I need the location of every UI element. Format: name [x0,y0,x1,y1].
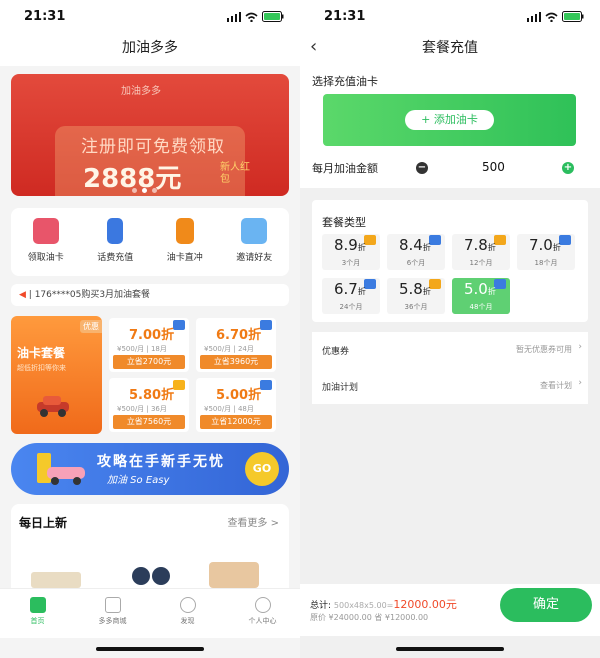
fuel-plan-value: 查看计划 [540,381,572,390]
coupon-value: 暂无优惠券可用 [516,345,572,354]
back-icon[interactable]: ‹ [310,36,317,57]
status-bar: 21:31 [300,0,600,34]
go-button[interactable]: GO [245,452,279,486]
ticker: ◀ | 176****05购买3月加油套餐 [11,284,289,306]
coupon-label: 优惠券 [322,347,350,357]
banner-line3: 新人红包 [220,162,250,185]
wifi-icon [245,12,258,22]
tab-bar: 首页 多多商城 发现 个人中心 [0,588,300,638]
tab-home[interactable]: 首页 [0,589,75,638]
select-card-label: 选择充值油卡 [312,75,378,88]
guide-banner[interactable]: 攻略在手新手无忧 加油 So Easy GO [11,443,289,495]
status-bar: 21:31 [0,0,300,34]
package-subtitle: 超低折扣等你来 [17,364,66,372]
chevron-right-icon: › [578,342,582,352]
package-card[interactable]: 7.00折 ¥500/月 | 18月 立省2700元 [109,318,189,372]
nav-title: 套餐充值 [300,34,600,66]
home-icon [29,597,46,613]
plan-option[interactable]: 8.9折 3个月 [322,234,380,270]
battery-icon [562,11,584,22]
banner-line1: 注册即可免费领取 [81,137,225,157]
envelope-icon [241,218,268,244]
status-icons [227,11,284,22]
signal-icon [527,11,541,22]
package-tag: 优惠 [80,320,102,333]
package-panel[interactable]: 优惠 油卡套餐 超低折扣等你来 [11,316,102,434]
fuel-pump-icon [175,218,194,244]
add-card-button[interactable]: + 添加油卡 [405,110,494,130]
checkout-bar: 总计: 500x48x5.00=12000.00元 原价 ¥24000.00 省… [300,584,600,636]
quick-item-fuel[interactable]: 油卡直冲 [150,208,220,276]
tab-discover[interactable]: 发现 [150,589,225,638]
daily-title: 每日上新 [19,516,68,530]
chevron-right-icon: › [578,378,582,388]
plan-option[interactable]: 7.8折 12个月 [452,234,510,270]
badge-icon [173,320,185,330]
shop-icon [104,597,121,613]
plus-icon[interactable]: + [562,162,574,174]
wifi-icon [545,12,558,22]
right-phone-screen: 21:31 套餐充值 ‹ 选择充值油卡 + 添加油卡 每月加油金额 − 500 … [300,0,600,658]
card-icon [32,218,59,244]
fuel-plan-row[interactable]: 加油计划 查看计划 › [312,368,588,404]
car-illustration-icon [37,453,85,485]
plan-option[interactable]: 5.8折 36个月 [387,278,445,314]
amount-row: 每月加油金额 − 500 + [300,156,600,182]
user-icon [254,597,271,613]
status-time: 21:31 [324,9,366,24]
badge-icon [173,380,185,390]
quick-item-card[interactable]: 领取油卡 [11,208,81,276]
coupon-row[interactable]: 优惠券 暂无优惠券可用 › [312,332,588,368]
status-time: 21:31 [24,9,66,24]
plan-option[interactable]: 8.4折 6个月 [387,234,445,270]
promo-banner[interactable]: 加油多多 注册即可免费领取 2888元 新人红包 [11,74,289,196]
package-title: 油卡套餐 [17,346,66,360]
quick-item-invite[interactable]: 邀请好友 [220,208,290,276]
banner-dots [132,188,157,193]
guide-subtitle: 加油 So Easy [107,475,170,486]
total-line: 总计: 500x48x5.00=12000.00元 [310,598,457,611]
add-card-area[interactable]: + 添加油卡 [323,94,576,146]
badge-icon [260,380,272,390]
left-phone-screen: 21:31 加油多多 加油多多 注册即可免费领取 2888元 新人红包 领取油卡… [0,0,300,658]
confirm-button[interactable]: 确定 [500,588,592,622]
ticker-text: | 176****05购买3月加油套餐 [28,290,151,300]
battery-icon [262,11,284,22]
nav-title: 加油多多 [0,34,300,66]
plan-option-selected[interactable]: 5.0折 48个月 [452,278,510,314]
minus-icon[interactable]: − [416,162,428,174]
status-icons [527,11,584,22]
amount-value: 500 [482,160,505,174]
tab-profile[interactable]: 个人中心 [225,589,300,638]
home-indicator [96,647,204,651]
daily-new-section: 每日上新 查看更多 > [11,504,289,588]
package-card[interactable]: 6.70折 ¥500/月 | 24月 立省3960元 [196,318,276,372]
package-card[interactable]: 5.00折 ¥500/月 | 48月 立省12000元 [196,378,276,432]
speaker-icon: ◀ [19,290,26,300]
home-indicator [396,647,504,651]
car-icon [37,396,69,417]
quick-actions: 领取油卡 话费充值 油卡直冲 邀请好友 [11,208,289,276]
tab-mall[interactable]: 多多商城 [75,589,150,638]
amount-label: 每月加油金额 [312,162,378,175]
phone-icon [107,218,124,244]
signal-icon [227,11,241,22]
guide-title: 攻略在手新手无忧 [97,454,225,470]
fuel-plan-label: 加油计划 [322,383,359,393]
plan-option[interactable]: 7.0折 18个月 [517,234,575,270]
plan-option[interactable]: 6.7折 24个月 [322,278,380,314]
quick-item-phone[interactable]: 话费充值 [81,208,151,276]
compass-icon [179,597,196,613]
product-images [31,562,259,588]
package-card[interactable]: 5.80折 ¥500/月 | 36月 立省7560元 [109,378,189,432]
view-more-link[interactable]: 查看更多 > [227,514,279,529]
original-price: 原价 ¥24000.00 省 ¥12000.00 [310,613,429,622]
plan-title: 套餐类型 [322,216,366,229]
badge-icon [260,320,272,330]
plan-section: 套餐类型 8.9折 3个月 8.4折 6个月 7.8折 12个月 7.0折 18个月 6… [312,200,588,322]
banner-logo: 加油多多 [121,86,161,97]
